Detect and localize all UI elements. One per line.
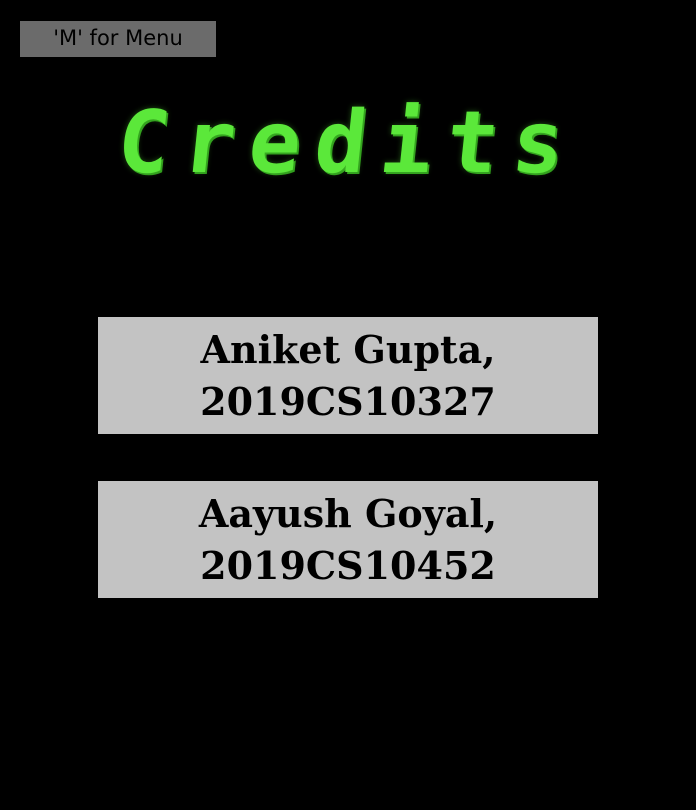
credit-name: Aniket Gupta, [200,327,496,372]
credit-card-1: Aniket Gupta, 2019CS10327 [98,317,598,434]
credit-id: 2019CS10452 [200,543,496,588]
credit-id: 2019CS10327 [200,379,496,424]
credit-card-2: Aayush Goyal, 2019CS10452 [98,481,598,598]
credits-title: Credits [112,93,584,193]
menu-hint-button[interactable]: 'M' for Menu [20,21,216,57]
credit-name: Aayush Goyal, [198,491,498,536]
